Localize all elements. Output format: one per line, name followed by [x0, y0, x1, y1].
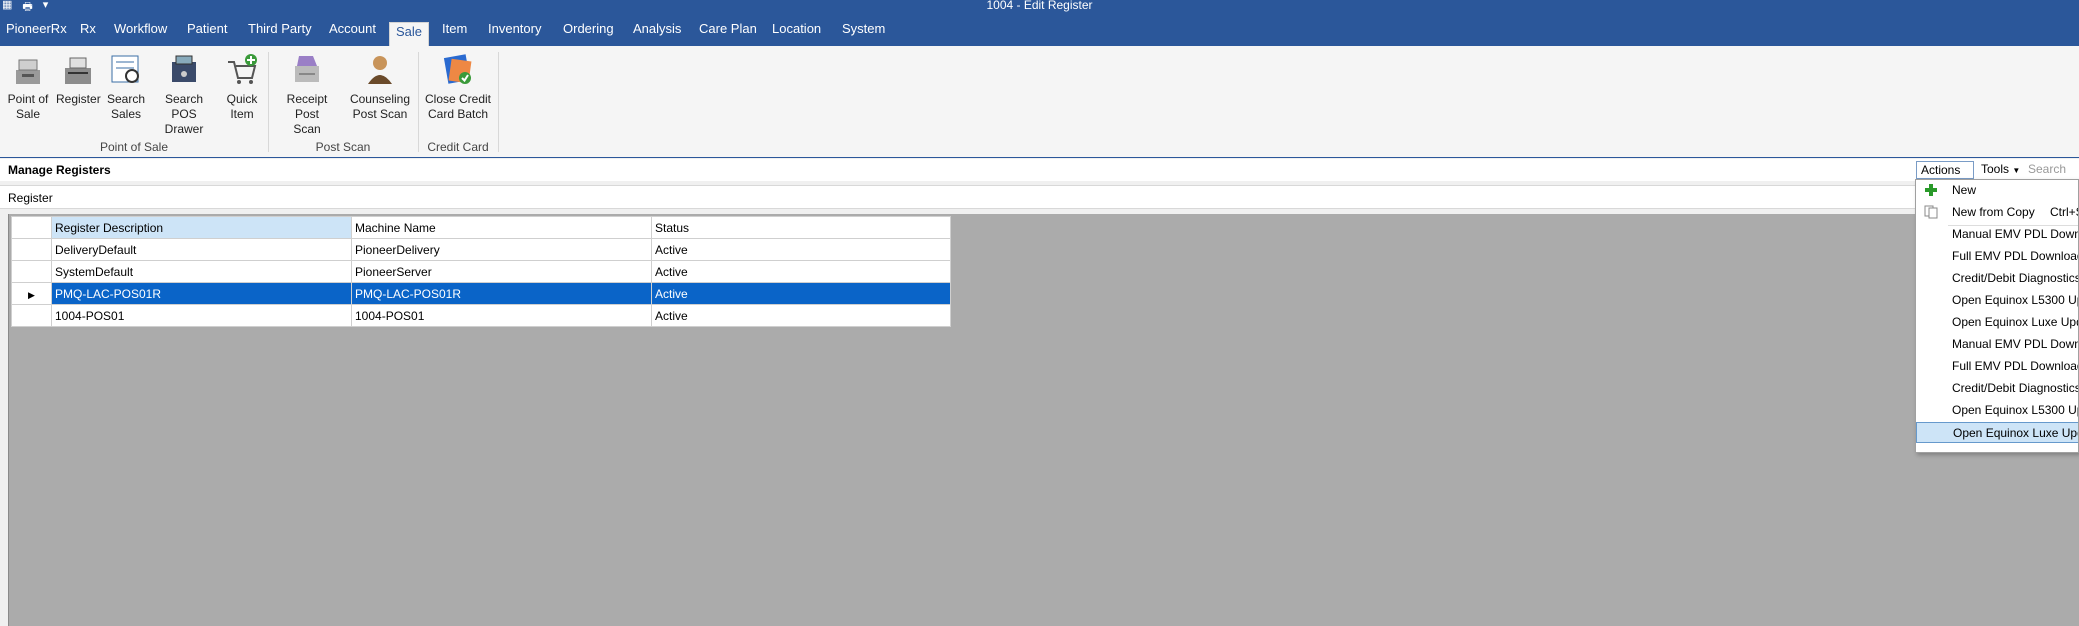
tab-analysis[interactable]: Analysis — [627, 20, 687, 46]
quick-item-button[interactable]: Quick Item — [222, 52, 262, 122]
table-header-row: Register Description Machine Name Status — [11, 216, 951, 239]
tab-account[interactable]: Account — [323, 20, 382, 46]
register-button[interactable]: Register — [56, 52, 101, 107]
credit-card-batch-icon — [440, 52, 476, 88]
cell-machine-name[interactable]: PioneerDelivery — [351, 238, 652, 261]
tools-dropdown-button[interactable]: Tools ▼ — [1977, 161, 2024, 179]
menu-item-new-from-copy[interactable]: New from Copy Ctrl+S — [1916, 202, 2078, 223]
cell-register-description[interactable]: PMQ-LAC-POS01R — [51, 282, 352, 305]
cell-status[interactable]: Active — [651, 238, 951, 261]
row-header[interactable] — [11, 238, 52, 261]
title-bar: ▦ 🖶 ▾ 1004 - Edit Register — [0, 0, 2079, 13]
row-header[interactable] — [11, 304, 52, 327]
table-row[interactable]: SystemDefault PioneerServer Active — [11, 260, 951, 283]
chevron-down-icon: ▼ — [2012, 166, 2021, 175]
cell-register-description[interactable]: 1004-POS01 — [51, 304, 352, 327]
menu-item-open-equinox-l5300-update[interactable]: Open Equinox L5300 Update — [1916, 400, 2078, 421]
tab-third-party[interactable]: Third Party — [242, 20, 318, 46]
tab-sale[interactable]: Sale — [389, 22, 430, 46]
counseling-icon — [362, 52, 398, 88]
cell-machine-name[interactable]: 1004-POS01 — [351, 304, 652, 327]
group-label-post-scan: Post Scan — [315, 140, 371, 154]
row-header-corner — [11, 216, 52, 239]
grid-area: Register Description Machine Name Status… — [8, 214, 2079, 626]
group-separator — [268, 52, 269, 152]
drawer-icon — [166, 52, 202, 88]
table-row[interactable]: 1004-POS01 1004-POS01 Active — [11, 304, 951, 327]
counseling-post-scan-button[interactable]: Counseling Post Scan — [346, 52, 414, 122]
shortcut-label: Ctrl+S — [2050, 205, 2078, 219]
column-header-machine-name[interactable]: Machine Name — [351, 216, 652, 239]
menu-item-full-emv-pdl-download[interactable]: Full EMV PDL Download — [1916, 246, 2078, 267]
table-row[interactable]: DeliveryDefault PioneerDelivery Active — [11, 238, 951, 261]
column-header-register-description[interactable]: Register Description — [51, 216, 352, 239]
plus-icon — [1924, 183, 1938, 197]
tab-rx[interactable]: Rx — [74, 20, 102, 46]
point-of-sale-button[interactable]: Point of Sale — [6, 52, 50, 122]
tab-care-plan[interactable]: Care Plan — [693, 20, 763, 46]
menu-item-open-equinox-l5300-update[interactable]: Open Equinox L5300 Update — [1916, 290, 2078, 311]
group-label-point-of-sale: Point of Sale — [99, 140, 169, 154]
search-sales-button[interactable]: Search Sales — [106, 52, 146, 122]
tab-pioneerrx[interactable]: PioneerRx — [0, 20, 73, 46]
row-header[interactable]: ▶ — [11, 282, 52, 305]
actions-menu: New New from Copy Ctrl+S Manual EMV PDL … — [1915, 179, 2079, 453]
row-header[interactable] — [11, 260, 52, 283]
group-separator — [498, 52, 499, 152]
menu-item-manual-emv-pdl-download[interactable]: Manual EMV PDL Download — [1916, 224, 2078, 245]
close-credit-card-batch-button[interactable]: Close Credit Card Batch — [422, 52, 494, 122]
cell-status[interactable]: Active — [651, 260, 951, 283]
cell-status[interactable]: Active — [651, 304, 951, 327]
group-separator — [418, 52, 419, 152]
search-pos-drawer-button[interactable]: Search POS Drawer — [152, 52, 216, 137]
ribbon-tab-bar: PioneerRx Rx Workflow Patient Third Part… — [0, 12, 2079, 46]
menu-item-open-equinox-luxe-update[interactable]: Open Equinox Luxe Update — [1916, 312, 2078, 333]
register-icon — [10, 52, 46, 88]
group-label-credit-card: Credit Card — [427, 140, 489, 154]
cart-add-icon — [224, 52, 260, 88]
filter-label: Register — [8, 191, 53, 205]
copy-icon — [1924, 205, 1938, 219]
cell-register-description[interactable]: SystemDefault — [51, 260, 352, 283]
tab-workflow[interactable]: Workflow — [108, 20, 173, 46]
current-row-indicator-icon: ▶ — [28, 289, 35, 300]
receipt-scan-icon — [289, 52, 325, 88]
tab-inventory[interactable]: Inventory — [482, 20, 547, 46]
search-dropdown-button[interactable]: Search — [2024, 161, 2070, 179]
column-header-status[interactable]: Status — [651, 216, 951, 239]
page-title: Manage Registers — [8, 163, 111, 177]
menu-item-new[interactable]: New — [1916, 180, 2078, 201]
cell-register-description[interactable]: DeliveryDefault — [51, 238, 352, 261]
filter-bar: Register — [0, 185, 2079, 209]
menu-item-credit-debit-diagnostics[interactable]: Credit/Debit Diagnostics — [1916, 378, 2078, 399]
cash-register-icon — [60, 52, 96, 88]
menu-item-full-emv-pdl-download[interactable]: Full EMV PDL Download — [1916, 356, 2078, 377]
cell-status[interactable]: Active — [651, 282, 951, 305]
window-title: 1004 - Edit Register — [986, 0, 1093, 12]
ribbon: Point of Sale Register Search Sales Sear… — [0, 46, 2079, 158]
receipt-post-scan-button[interactable]: Receipt Post Scan — [274, 52, 340, 137]
manage-registers-header: Manage Registers Actions ▼ Tools ▼ Searc… — [0, 159, 2079, 192]
tab-item[interactable]: Item — [436, 20, 473, 46]
tab-system[interactable]: System — [836, 20, 891, 46]
cell-machine-name[interactable]: PMQ-LAC-POS01R — [351, 282, 652, 305]
tab-ordering[interactable]: Ordering — [557, 20, 620, 46]
cell-machine-name[interactable]: PioneerServer — [351, 260, 652, 283]
menu-item-manual-emv-pdl-download[interactable]: Manual EMV PDL Download — [1916, 334, 2078, 355]
tab-location[interactable]: Location — [766, 20, 827, 46]
menu-item-credit-debit-diagnostics[interactable]: Credit/Debit Diagnostics — [1916, 268, 2078, 289]
registers-table: Register Description Machine Name Status… — [11, 216, 951, 327]
actions-dropdown-button[interactable]: Actions ▼ — [1916, 161, 1974, 192]
table-row-selected[interactable]: ▶ PMQ-LAC-POS01R PMQ-LAC-POS01R Active — [11, 282, 951, 305]
search-sales-icon — [108, 52, 144, 88]
menu-item-open-equinox-luxe-update[interactable]: Open Equinox Luxe Update — [1916, 422, 2078, 443]
tab-patient[interactable]: Patient — [181, 20, 233, 46]
